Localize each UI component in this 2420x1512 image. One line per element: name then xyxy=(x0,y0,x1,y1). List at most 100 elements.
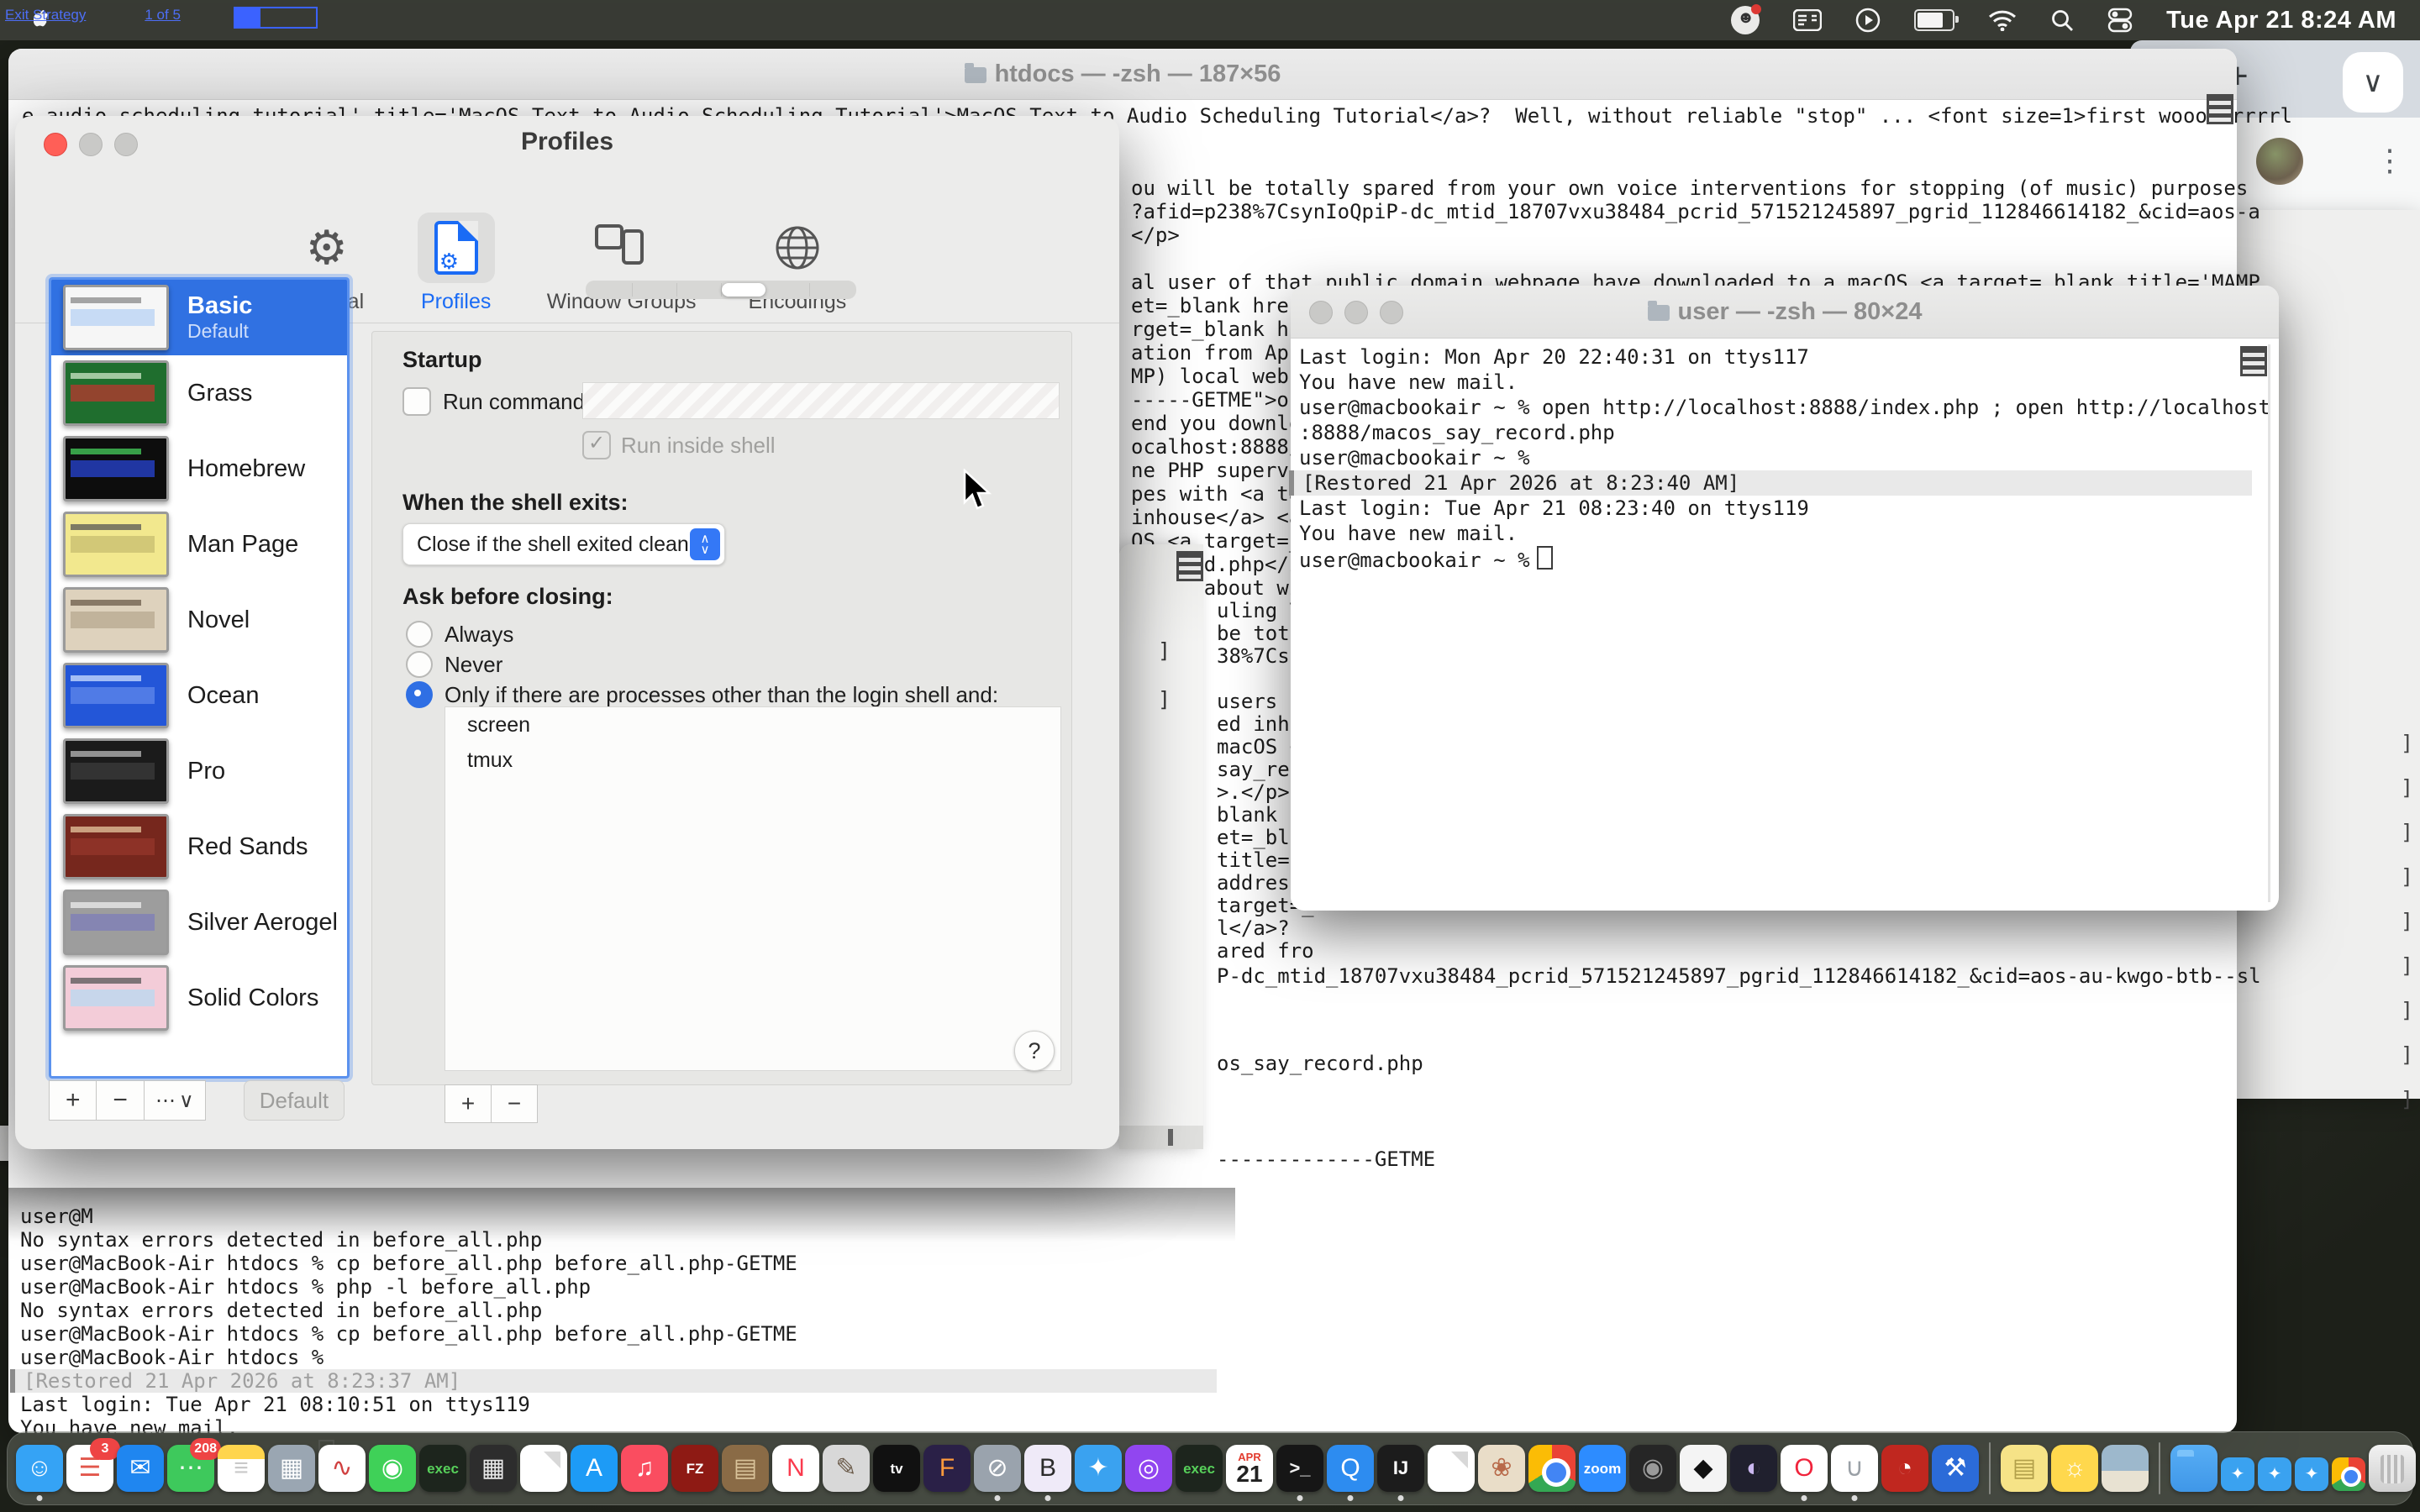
facetime[interactable]: ◉ xyxy=(369,1445,416,1492)
intellij[interactable]: IJ xyxy=(1377,1445,1424,1492)
toothfairy[interactable]: ∪ xyxy=(1831,1445,1878,1492)
paint-app[interactable]: ❀ xyxy=(1478,1445,1525,1492)
camera-app[interactable]: ◉ xyxy=(1629,1445,1676,1492)
app-store[interactable]: A xyxy=(571,1445,618,1492)
opera[interactable]: O xyxy=(1781,1445,1828,1492)
blocked-app[interactable]: ⊘ xyxy=(974,1445,1021,1492)
terminal-preferences-window[interactable]: Profiles ⚙ General Profiles Window Group… xyxy=(15,116,1119,1149)
spotlight-search-icon[interactable] xyxy=(2050,8,2074,32)
gimp[interactable]: ✎ xyxy=(823,1445,870,1492)
quicktime[interactable]: Q xyxy=(1327,1445,1374,1492)
gauge-app[interactable]: ◔ xyxy=(1881,1445,1928,1492)
battery-icon[interactable] xyxy=(1914,9,1954,31)
filezilla[interactable]: FZ xyxy=(671,1445,718,1492)
always-radio[interactable] xyxy=(406,621,433,648)
calendar[interactable]: APR 21 xyxy=(1226,1445,1273,1492)
hammer-app[interactable]: ⚒ xyxy=(1932,1445,1979,1492)
run-command-checkbox[interactable] xyxy=(402,387,431,416)
set-default-button[interactable]: Default xyxy=(244,1080,345,1121)
minimized-safari-3[interactable]: ✦ xyxy=(2295,1457,2328,1491)
profile-tab[interactable] xyxy=(765,283,810,297)
b-app[interactable]: B xyxy=(1024,1445,1071,1492)
apple-tv[interactable]: tv xyxy=(873,1445,920,1492)
process-list-item[interactable]: tmux xyxy=(445,743,1060,778)
window-panel-icon[interactable] xyxy=(1793,9,1822,31)
profile-avatar[interactable] xyxy=(2256,138,2303,185)
Ocean[interactable]: Ocean xyxy=(51,658,347,733)
calculator[interactable]: ▦ xyxy=(470,1445,517,1492)
scrollbar[interactable] xyxy=(2268,344,2270,902)
trash[interactable] xyxy=(2369,1445,2416,1492)
inkscape[interactable]: ◆ xyxy=(1680,1445,1727,1492)
close-button[interactable] xyxy=(1309,301,1333,324)
music[interactable]: ♫ xyxy=(621,1445,668,1492)
Grass[interactable]: Grass xyxy=(51,355,347,431)
messages[interactable]: ⋯ 208 xyxy=(167,1445,214,1492)
profile-tab[interactable] xyxy=(722,283,765,297)
zoom-button[interactable] xyxy=(1380,301,1403,324)
process-list[interactable]: screentmux xyxy=(445,706,1061,1071)
tab-search-chevron-button[interactable]: ∨ xyxy=(2343,52,2403,113)
finder[interactable]: ☺ xyxy=(16,1445,63,1492)
user-terminal-content[interactable]: Last login: Mon Apr 20 22:40:31 on ttys1… xyxy=(1299,344,2267,904)
minimized-safari-2[interactable]: ✦ xyxy=(2258,1457,2291,1491)
podcasts[interactable]: ◎ xyxy=(1125,1445,1172,1492)
exec-file[interactable]: exec xyxy=(419,1445,466,1492)
remove-process-button[interactable]: − xyxy=(491,1084,538,1123)
contacts-book[interactable]: ▤ xyxy=(722,1445,769,1492)
minimize-button[interactable] xyxy=(1344,301,1368,324)
app-status-icon[interactable] xyxy=(1731,6,1760,34)
Red Sands[interactable]: Red Sands xyxy=(51,809,347,885)
browser-menu-icon[interactable]: ⋮ xyxy=(2375,143,2405,178)
exec-file-2[interactable]: exec xyxy=(1176,1445,1223,1492)
Pro[interactable]: Pro xyxy=(51,733,347,809)
reminders[interactable]: ☰ 3 xyxy=(66,1445,113,1492)
Basic[interactable]: Basic Default xyxy=(51,280,347,355)
dock-separator[interactable] xyxy=(1989,1442,1991,1494)
wave-app[interactable]: ∿ xyxy=(318,1445,366,1492)
profile-tab[interactable] xyxy=(633,283,677,297)
notes[interactable]: ≡ xyxy=(218,1445,265,1492)
downloads-folder[interactable] xyxy=(2170,1445,2217,1492)
zoom[interactable]: zoom xyxy=(1579,1445,1626,1492)
terminal[interactable]: >_ xyxy=(1276,1445,1323,1492)
profile-list[interactable]: Basic Default Grass Homebrew xyxy=(49,277,350,1079)
Solid Colors[interactable]: Solid Colors xyxy=(51,960,347,1036)
shell-exits-popup[interactable]: Close if the shell exited cleanly ∧∨ xyxy=(402,523,725,565)
photo-preview[interactable] xyxy=(2102,1445,2149,1492)
safari[interactable]: ✦ xyxy=(1075,1445,1122,1492)
chrome[interactable] xyxy=(1528,1445,1576,1492)
never-radio[interactable] xyxy=(406,651,433,678)
dock-separator[interactable] xyxy=(2159,1442,2160,1494)
add-process-button[interactable]: + xyxy=(445,1084,492,1123)
Novel[interactable]: Novel xyxy=(51,582,347,658)
only-if-processes-radio[interactable] xyxy=(406,681,433,708)
user-terminal-title-bar[interactable]: user — -zsh — 80×24 xyxy=(1291,286,2279,339)
process-list-item[interactable]: screen xyxy=(445,707,1060,743)
mail[interactable]: ✉ xyxy=(117,1445,164,1492)
document[interactable] xyxy=(520,1445,567,1492)
profile-actions-button[interactable]: ⋯∨ xyxy=(144,1080,206,1121)
add-profile-button[interactable]: + xyxy=(49,1080,97,1121)
minimized-chrome[interactable] xyxy=(2332,1457,2365,1491)
profile-tab[interactable] xyxy=(588,283,633,297)
play-status-icon[interactable] xyxy=(1855,8,1881,33)
news[interactable]: N xyxy=(772,1445,819,1492)
Homebrew[interactable]: Homebrew xyxy=(51,431,347,507)
Silver Aerogel[interactable]: Silver Aerogel xyxy=(51,885,347,960)
bulb-app[interactable]: ☼ xyxy=(2051,1445,2098,1492)
minimized-safari-1[interactable]: ✦ xyxy=(2221,1457,2254,1491)
wifi-icon[interactable] xyxy=(1988,9,2017,31)
cat-app[interactable]: ◐ xyxy=(1730,1445,1777,1492)
menu-clock[interactable]: Tue Apr 21 8:24 AM xyxy=(2166,7,2396,34)
launchpad[interactable]: ▦ xyxy=(268,1445,315,1492)
stickies[interactable]: ▤ xyxy=(2001,1445,2048,1492)
profile-tab[interactable] xyxy=(810,283,854,297)
run-inside-shell-checkbox[interactable] xyxy=(582,431,611,459)
help-button[interactable]: ? xyxy=(1014,1031,1055,1071)
control-center-icon[interactable] xyxy=(2107,8,2133,33)
profile-tab[interactable] xyxy=(677,283,722,297)
Man Page[interactable]: Man Page xyxy=(51,507,347,582)
textedit[interactable] xyxy=(1428,1445,1475,1492)
htdocs-title-bar[interactable]: htdocs — -zsh — 187×56 xyxy=(8,49,2237,100)
